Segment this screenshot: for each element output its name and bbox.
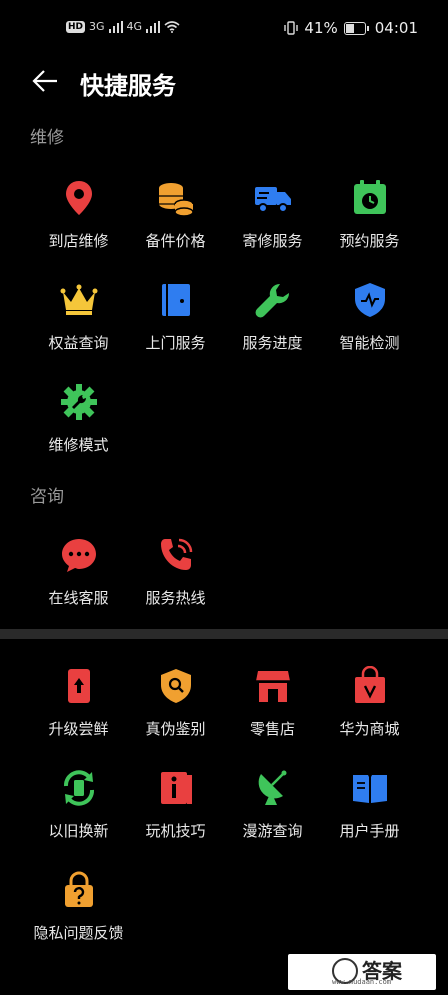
service-label: 到店维修 <box>48 232 109 250</box>
service-label: 用户手册 <box>339 822 400 840</box>
service-online-chat[interactable]: 在线客服 <box>30 535 127 630</box>
service-huawei-mall[interactable]: 华为商城 <box>321 666 418 761</box>
info-book-icon <box>160 772 192 804</box>
service-label: 隐私问题反馈 <box>33 924 124 942</box>
service-label: 寄修服务 <box>242 232 303 250</box>
watermark-url: www.mudaan.com <box>332 978 392 986</box>
storefront-icon <box>255 671 290 702</box>
chat-bubble-icon <box>61 539 96 572</box>
location-pin-icon <box>65 181 92 215</box>
back-arrow-icon[interactable] <box>30 66 60 96</box>
service-mail-repair[interactable]: 寄修服务 <box>224 178 321 273</box>
service-repair-mode[interactable]: 维修模式 <box>30 382 127 477</box>
service-label: 漫游查询 <box>242 822 303 840</box>
service-label: 升级尝鲜 <box>48 720 109 738</box>
service-label: 服务热线 <box>145 589 206 607</box>
delivery-truck-icon <box>254 187 291 213</box>
shopping-bag-icon <box>354 666 385 703</box>
service-label: 零售店 <box>249 720 295 738</box>
phone-upgrade-icon <box>67 669 90 703</box>
satellite-dish-icon <box>258 770 286 805</box>
vibrate-icon <box>284 21 299 35</box>
battery-icon <box>343 21 366 35</box>
wifi-icon <box>164 20 180 33</box>
signal-area: HD 3G 4G <box>66 20 180 33</box>
hd-badge: HD <box>66 20 86 33</box>
calendar-clock-icon <box>353 180 386 214</box>
battery-percent: 41% <box>304 19 338 37</box>
wrench-icon <box>255 283 289 318</box>
phone-call-icon <box>160 538 192 570</box>
shield-search-icon <box>160 669 191 703</box>
status-bar: HD 3G 4G 41% 04:01 <box>0 0 448 58</box>
clock: 04:01 <box>374 19 418 37</box>
signal-icon <box>146 20 161 33</box>
service-parts-price[interactable]: 备件价格 <box>127 178 224 273</box>
service-label: 玩机技巧 <box>145 822 206 840</box>
service-label: 真伪鉴别 <box>145 720 206 738</box>
service-smart-detect[interactable]: 智能检测 <box>321 280 418 375</box>
service-trade-in[interactable]: 以旧换新 <box>30 768 127 863</box>
service-authenticity[interactable]: 真伪鉴别 <box>127 666 224 761</box>
signal-icon <box>108 20 123 33</box>
service-label: 服务进度 <box>242 334 303 352</box>
service-label: 权益查询 <box>48 334 109 352</box>
service-label: 以旧换新 <box>48 822 109 840</box>
header: 快捷服务 <box>0 58 448 108</box>
section-divider <box>0 629 448 639</box>
trade-in-cycle-icon <box>63 770 94 806</box>
shield-icon <box>354 283 385 317</box>
service-label: 预约服务 <box>339 232 400 250</box>
sim2-network-label: 4G <box>126 20 143 33</box>
service-hotline[interactable]: 服务热线 <box>127 535 224 630</box>
service-label: 在线客服 <box>48 589 109 607</box>
service-retail-store[interactable]: 零售店 <box>224 666 321 761</box>
service-label: 智能检测 <box>339 334 400 352</box>
door-icon <box>161 284 190 316</box>
lock-question-icon <box>64 871 93 907</box>
service-appointment[interactable]: 预约服务 <box>321 178 418 273</box>
service-benefits-query[interactable]: 权益查询 <box>30 280 127 375</box>
status-right: 41% 04:01 <box>284 19 418 37</box>
service-home-visit[interactable]: 上门服务 <box>127 280 224 375</box>
service-roaming[interactable]: 漫游查询 <box>224 768 321 863</box>
open-book-icon <box>352 775 387 803</box>
service-privacy-feedback[interactable]: 隐私问题反馈 <box>30 870 127 970</box>
section-label-consult: 咨询 <box>30 487 64 507</box>
service-label: 上门服务 <box>145 334 206 352</box>
gear-wrench-icon <box>60 384 97 420</box>
service-label: 华为商城 <box>339 720 400 738</box>
coins-icon <box>158 183 194 217</box>
service-tips[interactable]: 玩机技巧 <box>127 768 224 863</box>
page-title: 快捷服务 <box>80 72 176 100</box>
sim1-network-label: 3G <box>89 20 105 33</box>
service-label: 备件价格 <box>145 232 206 250</box>
service-user-manual[interactable]: 用户手册 <box>321 768 418 863</box>
section-label-repair: 维修 <box>30 128 64 148</box>
service-beta-upgrade[interactable]: 升级尝鲜 <box>30 666 127 761</box>
service-progress[interactable]: 服务进度 <box>224 280 321 375</box>
service-label: 维修模式 <box>48 436 109 454</box>
service-store-repair[interactable]: 到店维修 <box>30 178 127 273</box>
watermark: 答案 www.mudaan.com <box>288 954 436 990</box>
crown-icon <box>60 284 97 315</box>
